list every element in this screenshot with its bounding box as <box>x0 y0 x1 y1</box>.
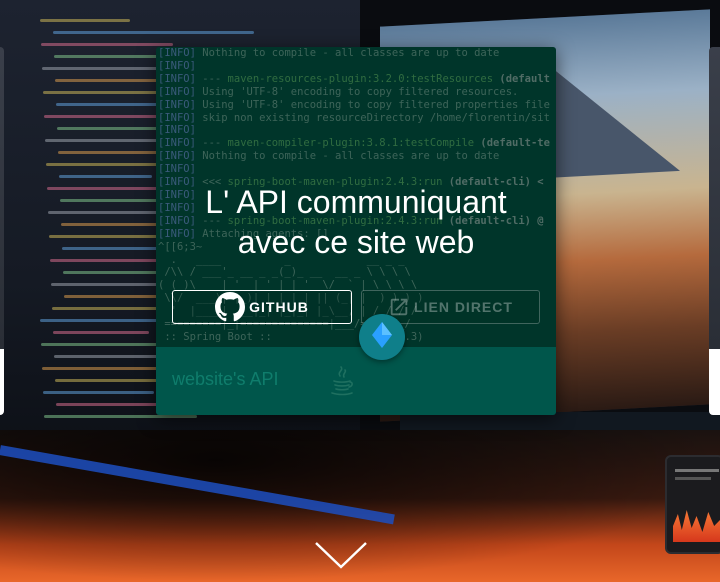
carousel-card-next[interactable] <box>709 47 720 415</box>
background-code-line <box>40 19 130 22</box>
background-code-line <box>43 391 154 394</box>
carousel-card-previous[interactable] <box>0 47 4 415</box>
background-code-line <box>44 415 197 418</box>
card-title-line2: avec ce site web <box>237 224 475 260</box>
phone-text-line <box>675 477 711 480</box>
diamond-icon <box>372 322 392 352</box>
tech-badge-button[interactable] <box>359 314 405 360</box>
background-code-line <box>45 139 165 142</box>
scroll-down-button[interactable] <box>314 540 368 570</box>
github-button-label: GITHUB <box>249 299 309 315</box>
background-code-line <box>53 31 254 34</box>
card-footer: website's API <box>156 347 556 415</box>
card-footer-label: website's API <box>172 369 279 389</box>
background-code-line <box>55 79 160 82</box>
phone-text-line <box>675 469 719 472</box>
github-icon <box>215 292 246 322</box>
chevron-down-icon <box>314 542 368 574</box>
github-button[interactable]: GITHUB <box>172 290 352 324</box>
background-code-line <box>41 43 173 46</box>
background-code-line <box>59 175 152 178</box>
project-card: [INFO] Nothing to compile - all classes … <box>156 47 556 415</box>
phone-waveform <box>673 510 720 542</box>
background-phone <box>665 455 720 554</box>
direct-link-label: LIEN DIRECT <box>414 299 513 315</box>
card-title-line1: L' API communiquant <box>205 184 507 220</box>
card-title: L' API communiquant avec ce site web <box>156 182 556 262</box>
external-link-icon <box>388 296 410 318</box>
background-code-line <box>49 235 157 238</box>
java-icon <box>328 365 356 401</box>
background-code-line <box>53 331 149 334</box>
